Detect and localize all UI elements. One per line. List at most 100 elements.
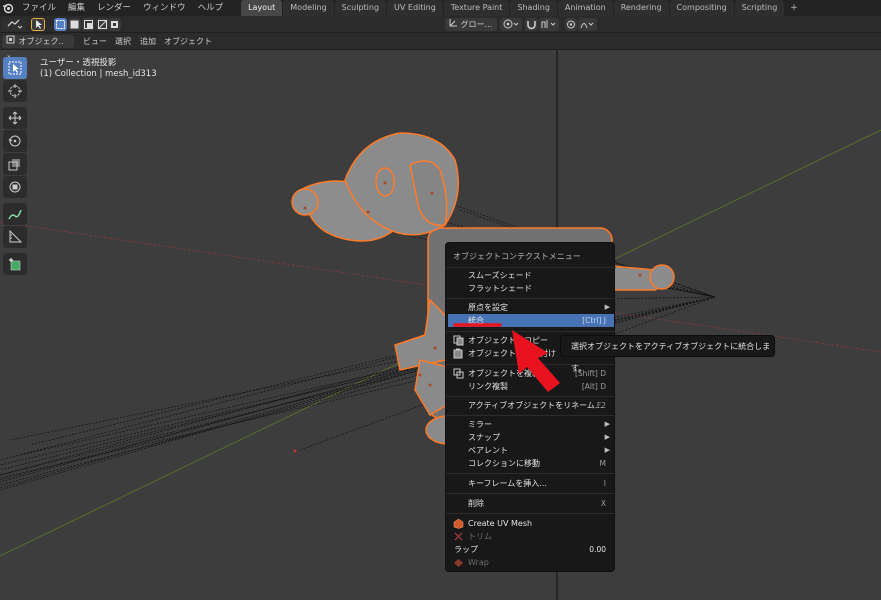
menu-render[interactable]: レンダー	[91, 0, 137, 16]
falloff-dropdown[interactable]	[578, 18, 597, 31]
menu-item-label: オブジェクトを貼り付け	[468, 349, 556, 358]
add-cube-tool[interactable]	[3, 253, 27, 275]
rotate-tool[interactable]	[3, 130, 27, 152]
measure-tool[interactable]	[3, 226, 27, 248]
select-box-tool[interactable]	[3, 57, 27, 79]
menu-item-snap[interactable]: スナップ ▶	[448, 431, 614, 444]
menu-item-move-to-collection[interactable]: コレクションに移動 M	[448, 457, 614, 470]
tab-sculpting[interactable]: Sculpting	[334, 0, 387, 16]
submenu-arrow-icon: ▶	[604, 446, 610, 454]
menu-help[interactable]: ヘルプ	[192, 0, 230, 16]
object-mode-icon	[6, 35, 16, 48]
select-intersect-icon[interactable]	[108, 18, 121, 31]
join-tooltip: 選択オブジェクトをアクティブオブジェクトに統合します。	[560, 335, 775, 373]
ruler-icon	[9, 230, 22, 243]
tab-texture-paint[interactable]: Texture Paint	[443, 0, 510, 16]
menu-item-insert-keyframe[interactable]: キーフレームを挿入... I	[448, 477, 614, 490]
pivot-icon	[503, 19, 519, 29]
menu-item-label: ミラー	[468, 420, 492, 429]
select-new-icon[interactable]	[54, 18, 67, 31]
select-tool-icon[interactable]	[31, 18, 45, 31]
menu-item-delete[interactable]: 削除 X	[448, 497, 614, 510]
menu-item-smooth-shade[interactable]: スムーズシェード	[448, 269, 614, 282]
cursor-arrow-icon	[8, 61, 22, 75]
tab-uv-editing[interactable]: UV Editing	[387, 0, 443, 16]
tool-header: グロー... ⌄	[0, 16, 881, 42]
object-menu[interactable]: オブジェクト	[164, 35, 212, 48]
menu-item-label: スナップ	[468, 433, 500, 442]
menu-file[interactable]: ファイル	[16, 0, 62, 16]
blender-logo-icon[interactable]	[0, 0, 16, 16]
copy-icon	[453, 335, 464, 346]
add-menu[interactable]: 追加	[140, 35, 156, 48]
pivot-point-dropdown[interactable]	[500, 18, 522, 31]
view-menu[interactable]: ビュー	[83, 35, 107, 48]
menu-item-label: ペアレント	[468, 446, 508, 455]
context-menu-title: オブジェクトコンテクストメニュー	[453, 252, 581, 261]
duplicate-icon	[453, 368, 464, 379]
tab-compositing[interactable]: Compositing	[669, 0, 734, 16]
menu-item-join[interactable]: 統合 [Ctrl] J	[448, 314, 614, 327]
snap-toggle[interactable]	[525, 18, 538, 31]
tab-rendering[interactable]: Rendering	[613, 0, 669, 16]
menu-edit[interactable]: 編集	[62, 0, 91, 16]
select-menu[interactable]: 選択	[115, 35, 131, 48]
mode-label: オブジェク..	[18, 37, 64, 46]
add-workspace-button[interactable]: +	[785, 0, 803, 16]
workspace-tabs: Layout Modeling Sculpting UV Editing Tex…	[241, 0, 803, 16]
menu-item-label: Wrap	[468, 558, 489, 567]
editor-type-icon	[7, 19, 23, 29]
menu-divider	[446, 364, 616, 365]
scale-tool[interactable]	[3, 153, 27, 175]
proportional-edit-toggle[interactable]	[565, 18, 577, 31]
submenu-arrow-icon: ▶	[604, 420, 610, 428]
annotate-pen-icon	[8, 209, 22, 220]
menu-item-mirror[interactable]: ミラー ▶	[448, 418, 614, 431]
menu-item-label: 統合	[468, 316, 484, 325]
menu-divider	[446, 493, 616, 494]
cursor-tool[interactable]	[3, 80, 27, 102]
tab-modeling[interactable]: Modeling	[283, 0, 334, 16]
menu-window[interactable]: ウィンドウ	[137, 0, 192, 16]
tab-shading[interactable]: Shading	[510, 0, 557, 16]
select-subtract-icon[interactable]	[82, 18, 95, 31]
menu-item-parent[interactable]: ペアレント ▶	[448, 444, 614, 457]
menu-item-wrap-value[interactable]: ラップ 0.00	[448, 543, 614, 556]
move-tool[interactable]	[3, 107, 27, 129]
menu-divider	[446, 473, 616, 474]
viewport-view-name: ユーザー・透視投影	[40, 58, 117, 68]
tab-animation[interactable]: Animation	[557, 0, 613, 16]
rotate-icon	[8, 135, 21, 147]
menu-item-label: ラップ	[454, 545, 478, 554]
menu-divider	[446, 331, 616, 332]
tab-scripting[interactable]: Scripting	[734, 0, 785, 16]
snap-target-dropdown[interactable]	[539, 18, 559, 31]
transform-tool[interactable]	[3, 176, 27, 198]
select-extend-icon[interactable]	[68, 18, 81, 31]
proportional-edit-icon	[567, 20, 575, 29]
annotate-tool[interactable]	[3, 203, 27, 225]
scissors-icon	[453, 531, 464, 542]
menu-item-create-uv-mesh[interactable]: Create UV Mesh	[448, 517, 614, 530]
editor-type-button[interactable]	[2, 18, 26, 31]
tab-layout[interactable]: Layout	[241, 0, 283, 16]
viewport-scene[interactable]	[0, 50, 881, 600]
transform-orientation-dropdown[interactable]: グロー... ⌄	[445, 18, 497, 42]
menu-item-flat-shade[interactable]: フラットシェード	[448, 282, 614, 295]
origin-point	[293, 449, 297, 453]
menu-divider	[446, 415, 616, 416]
menu-item-label: スムーズシェード	[468, 271, 532, 280]
menu-item-rename-active[interactable]: アクティブオブジェクトをリネーム... F2	[448, 399, 614, 412]
shortcut-label: [Ctrl] J	[582, 316, 606, 325]
viewport-header: オブジェク.. ⌄ ビュー 選択 追加 オブジェクト	[0, 33, 881, 59]
wrap-icon	[453, 557, 464, 568]
menu-item-duplicate-objects[interactable]: オブジェクトを複製 [Shift] D	[448, 367, 614, 380]
menu-item-label: リンク複製	[468, 382, 508, 391]
orientation-icon	[449, 18, 458, 31]
menu-item-duplicate-linked[interactable]: リンク複製 [Alt] D	[448, 380, 614, 393]
menu-item-set-origin[interactable]: 原点を設定 ▶	[448, 301, 614, 314]
menu-item-label: フラットシェード	[468, 284, 532, 293]
menu-divider	[446, 513, 616, 514]
mode-dropdown[interactable]: オブジェク.. ⌄	[2, 35, 74, 59]
menu-item-wrap: Wrap	[448, 556, 614, 569]
